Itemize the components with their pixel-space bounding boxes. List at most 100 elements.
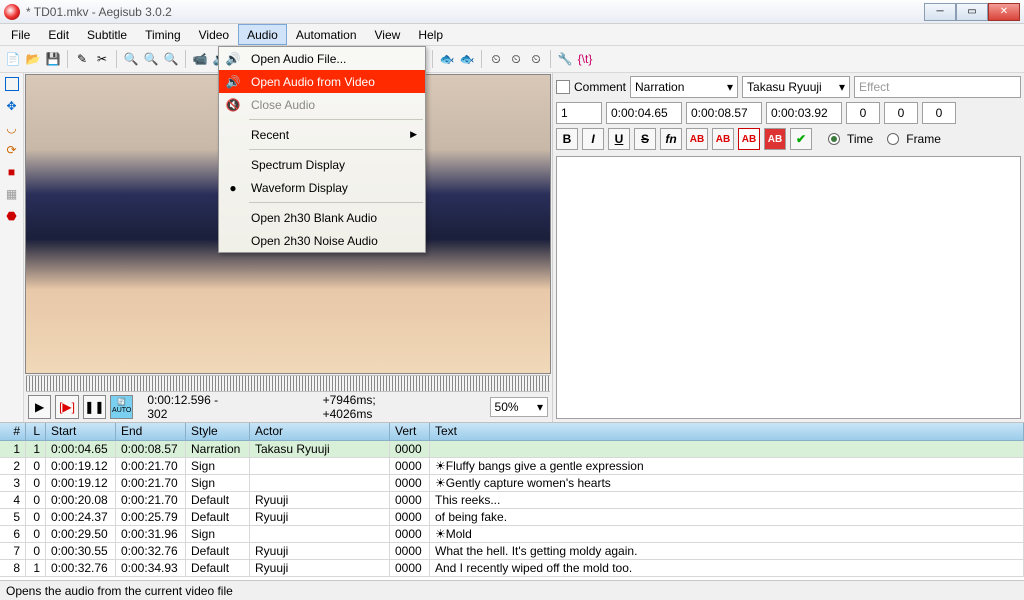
menu-open-audio-from-video[interactable]: 🔊 Open Audio from Video — [219, 70, 425, 93]
menu-spectrum-display[interactable]: Spectrum Display — [219, 153, 425, 176]
layer-input[interactable]: 1 — [556, 102, 602, 124]
tool-icon[interactable]: 🐟 — [458, 50, 476, 68]
video-open-icon[interactable]: 📹 — [191, 50, 209, 68]
settings-icon[interactable]: 🔧 — [556, 50, 574, 68]
menu-open-blank-audio[interactable]: Open 2h30 Blank Audio — [219, 206, 425, 229]
italic-button[interactable]: I — [582, 128, 604, 150]
tool-icon[interactable]: ⏲ — [527, 50, 545, 68]
menu-audio[interactable]: Audio — [238, 24, 287, 45]
effect-input[interactable]: Effect — [854, 76, 1021, 98]
style-select[interactable]: Narration▾ — [630, 76, 738, 98]
menu-video[interactable]: Video — [190, 24, 238, 45]
pause-button[interactable]: ❚❚ — [83, 395, 106, 419]
tool-icon[interactable]: 🐟 — [438, 50, 456, 68]
app-icon — [4, 4, 20, 20]
chevron-right-icon: ▶ — [410, 129, 417, 140]
tool-icon[interactable]: ⏲ — [487, 50, 505, 68]
col-end[interactable]: End — [116, 423, 186, 440]
col-style[interactable]: Style — [186, 423, 250, 440]
grid-header: # L Start End Style Actor Vert Text — [0, 423, 1024, 441]
menu-subtitle[interactable]: Subtitle — [78, 24, 136, 45]
table-row[interactable]: 110:00:04.650:00:08.57NarrationTakasu Ry… — [0, 441, 1024, 458]
window-titlebar: * TD01.mkv - Aegisub 3.0.2 ─ ▭ ✕ — [0, 0, 1024, 24]
chevron-down-icon: ▾ — [839, 80, 845, 94]
save-icon[interactable]: 💾 — [44, 50, 62, 68]
menu-automation[interactable]: Automation — [287, 24, 366, 45]
maximize-button[interactable]: ▭ — [956, 3, 988, 21]
video-timeline[interactable] — [26, 375, 550, 392]
table-row[interactable]: 700:00:30.550:00:32.76DefaultRyuuji0000W… — [0, 543, 1024, 560]
move-icon[interactable]: ✥ — [6, 99, 16, 113]
dot-icon: ● — [225, 180, 241, 196]
close-button[interactable]: ✕ — [988, 3, 1020, 21]
tool-icon[interactable]: ⟳ — [6, 143, 16, 157]
tool-icon[interactable]: ✎ — [73, 50, 91, 68]
table-row[interactable]: 500:00:24.370:00:25.79DefaultRyuuji0000o… — [0, 509, 1024, 526]
play-line-button[interactable]: [▶] — [55, 395, 78, 419]
bold-button[interactable]: B — [556, 128, 578, 150]
new-icon[interactable]: 📄 — [4, 50, 22, 68]
actor-select[interactable]: Takasu Ryuuji▾ — [742, 76, 850, 98]
comment-label: Comment — [574, 80, 626, 94]
col-start[interactable]: Start — [46, 423, 116, 440]
col-layer[interactable]: L — [26, 423, 46, 440]
table-row[interactable]: 810:00:32.760:00:34.93DefaultRyuuji0000A… — [0, 560, 1024, 577]
tool-icon[interactable]: ⏲ — [507, 50, 525, 68]
tool-icon[interactable]: ⬣ — [6, 209, 16, 223]
tool-icon[interactable]: 🔍 — [142, 50, 160, 68]
color2-button[interactable]: AB — [712, 128, 734, 150]
time-radio[interactable] — [828, 133, 840, 145]
tool-icon[interactable]: ▦ — [6, 187, 17, 201]
col-text[interactable]: Text — [430, 423, 1024, 440]
menu-edit[interactable]: Edit — [39, 24, 78, 45]
margin-v-input[interactable]: 0 — [922, 102, 956, 124]
tool-square-icon[interactable] — [5, 77, 19, 91]
table-row[interactable]: 600:00:29.500:00:31.96Sign0000☀Mold — [0, 526, 1024, 543]
color3-button[interactable]: AB — [738, 128, 760, 150]
margin-r-input[interactable]: 0 — [884, 102, 918, 124]
color4-button[interactable]: AB — [764, 128, 786, 150]
menu-waveform-display[interactable]: ● Waveform Display — [219, 176, 425, 199]
tool-icon[interactable]: ✂ — [93, 50, 111, 68]
playback-controls: ▶ [▶] ❚❚ 🔄AUTO 0:00:12.596 - 302 +7946ms… — [24, 392, 552, 422]
commit-button[interactable]: ✔ — [790, 128, 812, 150]
menu-file[interactable]: File — [2, 24, 39, 45]
col-vert[interactable]: Vert — [390, 423, 430, 440]
frame-radio[interactable] — [887, 133, 899, 145]
col-number[interactable]: # — [0, 423, 26, 440]
zoom-select[interactable]: 50% ▾ — [490, 397, 549, 417]
menu-timing[interactable]: Timing — [136, 24, 190, 45]
tool-icon[interactable]: ■ — [8, 165, 15, 179]
separator — [249, 149, 423, 150]
col-actor[interactable]: Actor — [250, 423, 390, 440]
minimize-button[interactable]: ─ — [924, 3, 956, 21]
tag-icon[interactable]: {\t} — [576, 50, 594, 68]
menu-view[interactable]: View — [366, 24, 410, 45]
autoscroll-button[interactable]: 🔄AUTO — [110, 395, 133, 419]
underline-button[interactable]: U — [608, 128, 630, 150]
end-time-input[interactable]: 0:00:08.57 — [686, 102, 762, 124]
menu-help[interactable]: Help — [409, 24, 452, 45]
tool-icon[interactable]: 🔍 — [122, 50, 140, 68]
table-row[interactable]: 400:00:20.080:00:21.70DefaultRyuuji0000T… — [0, 492, 1024, 509]
table-row[interactable]: 300:00:19.120:00:21.70Sign0000☀Gently ca… — [0, 475, 1024, 492]
arc-icon[interactable]: ◡ — [6, 121, 16, 135]
duration-input[interactable]: 0:00:03.92 — [766, 102, 842, 124]
table-row[interactable]: 200:00:19.120:00:21.70Sign0000☀Fluffy ba… — [0, 458, 1024, 475]
play-button[interactable]: ▶ — [28, 395, 51, 419]
start-time-input[interactable]: 0:00:04.65 — [606, 102, 682, 124]
font-button[interactable]: fn — [660, 128, 682, 150]
menu-open-audio-file[interactable]: 🔊 Open Audio File... — [219, 47, 425, 70]
subtitle-text-input[interactable] — [556, 156, 1021, 419]
color1-button[interactable]: AB — [686, 128, 708, 150]
separator — [249, 202, 423, 203]
menu-close-audio[interactable]: 🔇 Close Audio — [219, 93, 425, 116]
tool-icon[interactable]: 🔍 — [162, 50, 180, 68]
open-icon[interactable]: 📂 — [24, 50, 42, 68]
menu-open-noise-audio[interactable]: Open 2h30 Noise Audio — [219, 229, 425, 252]
menu-recent[interactable]: Recent ▶ — [219, 123, 425, 146]
frame-label: Frame — [906, 132, 941, 146]
strike-button[interactable]: S — [634, 128, 656, 150]
margin-l-input[interactable]: 0 — [846, 102, 880, 124]
comment-checkbox[interactable] — [556, 80, 570, 94]
